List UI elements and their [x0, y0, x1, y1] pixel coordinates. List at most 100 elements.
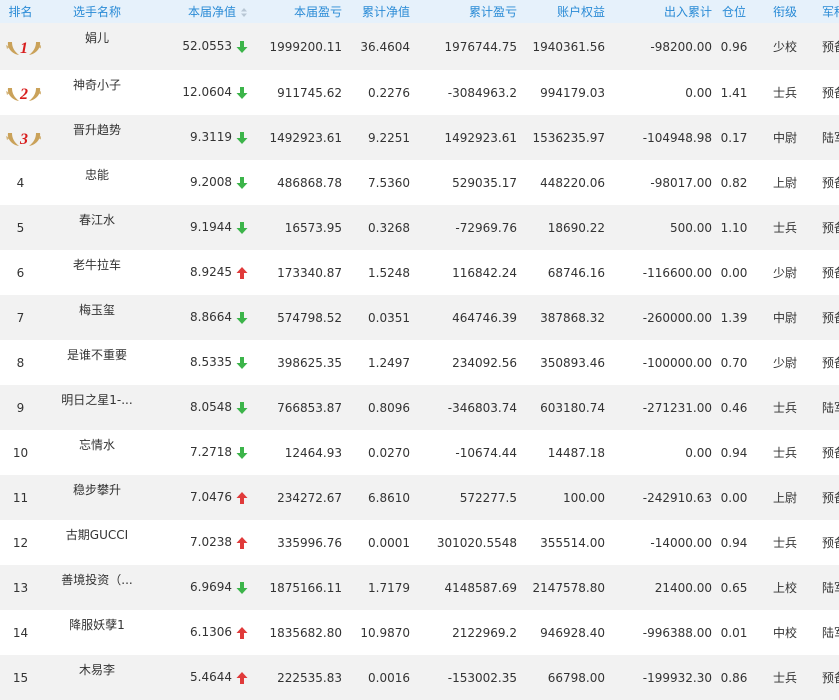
- equity-value: 946928.40: [540, 625, 605, 640]
- player-name[interactable]: 娟儿: [41, 23, 153, 70]
- branch-value: 预备役: [822, 40, 839, 54]
- player-name[interactable]: 稳步攀升: [41, 475, 153, 520]
- rank-cell: 10: [12, 445, 29, 460]
- pnl-value: 1875166.11: [269, 580, 342, 595]
- nav-text: 9.3119: [190, 130, 232, 145]
- cum-pnl-value: -153002.35: [447, 670, 517, 685]
- equity-value: 68746.16: [547, 265, 605, 280]
- nav-text: 7.0238: [190, 535, 232, 550]
- nav-text: 8.0548: [190, 400, 232, 415]
- position-value: 0.96: [720, 39, 748, 54]
- flow-value: 21400.00: [654, 580, 712, 595]
- arrow-up-icon: [232, 490, 249, 504]
- table-header: 排名 选手名称 本届净值 本届盈亏 累计净值 累计盈亏 账户权益 出入累计 仓位…: [0, 0, 839, 23]
- nav-text: 7.0476: [190, 490, 232, 505]
- header-grade[interactable]: 衔级: [752, 0, 818, 23]
- player-name[interactable]: 春江水: [41, 205, 153, 250]
- cum-pnl-value: 529035.17: [452, 175, 517, 190]
- table-row[interactable]: 4 忠能 9.2008 486868.78 7.5360 529035.17 448220.…: [0, 160, 839, 205]
- header-name[interactable]: 选手名称: [41, 0, 153, 23]
- player-name[interactable]: 是谁不重要: [41, 340, 153, 385]
- flow-value: 500.00: [670, 220, 712, 235]
- player-name[interactable]: 忠能: [41, 160, 153, 205]
- nav-text: 8.9245: [190, 265, 232, 280]
- equity-value: 2147578.80: [532, 580, 605, 595]
- table-row[interactable]: 3 晋升趋势 9.3119 1492923.61 9.2251 1492923.61 153…: [0, 115, 839, 160]
- cum-pnl-value: 1976744.75: [444, 39, 517, 54]
- player-name[interactable]: 善境投资（...: [41, 565, 153, 610]
- table-row[interactable]: 12 古期GUCCI 7.0238 335996.76 0.0001 301020.554…: [0, 520, 839, 565]
- table-row[interactable]: 8 是谁不重要 8.5335 398625.35 1.2497 234092.56 3508…: [0, 340, 839, 385]
- header-cum-nav[interactable]: 累计净值: [346, 0, 414, 23]
- pnl-value: 1999200.11: [269, 39, 342, 54]
- position-value: 1.39: [720, 310, 748, 325]
- branch-value: 陆军: [822, 131, 839, 145]
- rank-cell: 5: [16, 220, 25, 235]
- header-branch[interactable]: 军种: [818, 0, 839, 23]
- player-name[interactable]: 晋升趋势: [41, 115, 153, 160]
- rank-cell: 14: [12, 625, 29, 640]
- position-value: 0.46: [720, 400, 748, 415]
- cum-nav-value: 6.8610: [368, 490, 410, 505]
- player-name[interactable]: 明日之星1-...: [41, 385, 153, 430]
- table-row[interactable]: 1 娟儿 52.0553 1999200.11 36.4604 1976744.75 194…: [0, 23, 839, 70]
- branch-value: 预备役: [822, 221, 839, 235]
- table-row[interactable]: 10 忘情水 7.2718 12464.93 0.0270 -10674.44 14487.…: [0, 430, 839, 475]
- table-row[interactable]: 6 老牛拉车 8.9245 173340.87 1.5248 116842.24 68746…: [0, 250, 839, 295]
- player-name[interactable]: 古期GUCCI: [41, 520, 153, 565]
- arrow-up-icon: [232, 625, 249, 639]
- rank-number: 1: [20, 40, 28, 57]
- flow-value: -242910.63: [642, 490, 712, 505]
- position-value: 0.94: [720, 535, 748, 550]
- player-name[interactable]: 忘情水: [41, 430, 153, 475]
- cum-nav-value: 36.4604: [360, 39, 410, 54]
- player-name[interactable]: 木易李: [41, 655, 153, 700]
- branch-value: 预备役: [822, 671, 839, 685]
- rank-cell: 8: [16, 355, 25, 370]
- table-row[interactable]: 13 善境投资（... 6.9694 1875166.11 1.7179 4148587.…: [0, 565, 839, 610]
- pnl-value: 222535.83: [277, 670, 342, 685]
- nav-text: 7.2718: [190, 445, 232, 460]
- branch-value: 陆军: [822, 581, 839, 595]
- player-name[interactable]: 老牛拉车: [41, 250, 153, 295]
- table-row[interactable]: 11 稳步攀升 7.0476 234272.67 6.8610 572277.5 100.0…: [0, 475, 839, 520]
- header-position[interactable]: 仓位: [716, 0, 752, 23]
- cum-nav-value: 0.0001: [368, 535, 410, 550]
- sort-icon[interactable]: [239, 7, 249, 18]
- header-equity[interactable]: 账户权益: [521, 0, 609, 23]
- nav-value: 8.0548: [153, 385, 253, 430]
- flow-value: 0.00: [685, 85, 712, 100]
- pnl-value: 335996.76: [277, 535, 342, 550]
- header-pnl[interactable]: 本届盈亏: [253, 0, 346, 23]
- player-name[interactable]: 降服妖孽1: [41, 610, 153, 655]
- header-rank[interactable]: 排名: [0, 0, 41, 23]
- arrow-down-icon: [232, 39, 249, 53]
- arrow-up-icon: [232, 535, 249, 549]
- position-value: 1.41: [720, 85, 748, 100]
- table-row[interactable]: 15 木易李 5.4644 222535.83 0.0016 -153002.35 6679…: [0, 655, 839, 700]
- nav-text: 6.1306: [190, 625, 232, 640]
- flow-value: 0.00: [685, 445, 712, 460]
- nav-text: 6.9694: [190, 580, 232, 595]
- flow-value: -100000.00: [642, 355, 712, 370]
- player-name[interactable]: 梅玉玺: [41, 295, 153, 340]
- header-flow[interactable]: 出入累计: [609, 0, 716, 23]
- table-row[interactable]: 9 明日之星1-... 8.0548 766853.87 0.8096 -346803.7…: [0, 385, 839, 430]
- grade-value: 少尉: [772, 356, 797, 370]
- position-value: 0.70: [720, 355, 748, 370]
- grade-value: 上尉: [772, 491, 797, 505]
- cum-nav-value: 0.3268: [368, 220, 410, 235]
- cum-nav-value: 0.0270: [368, 445, 410, 460]
- table-row[interactable]: 7 梅玉玺 8.8664 574798.52 0.0351 464746.39 387868…: [0, 295, 839, 340]
- player-name[interactable]: 神奇小子: [41, 70, 153, 115]
- cum-nav-value: 1.7179: [368, 580, 410, 595]
- table-row[interactable]: 2 神奇小子 12.0604 911745.62 0.2276 -3084963.2 994…: [0, 70, 839, 115]
- nav-value: 8.9245: [153, 250, 253, 295]
- table-row[interactable]: 14 降服妖孽1 6.1306 1835682.80 10.9870 2122969.2 9…: [0, 610, 839, 655]
- table-row[interactable]: 5 春江水 9.1944 16573.95 0.3268 -72969.76 18690.2…: [0, 205, 839, 250]
- leaderboard-table: 排名 选手名称 本届净值 本届盈亏 累计净值 累计盈亏 账户权益 出入累计 仓位…: [0, 0, 839, 700]
- rank-cell: 1: [0, 23, 41, 70]
- header-cum-pnl[interactable]: 累计盈亏: [414, 0, 521, 23]
- position-value: 0.01: [720, 625, 748, 640]
- header-nav[interactable]: 本届净值: [153, 0, 253, 23]
